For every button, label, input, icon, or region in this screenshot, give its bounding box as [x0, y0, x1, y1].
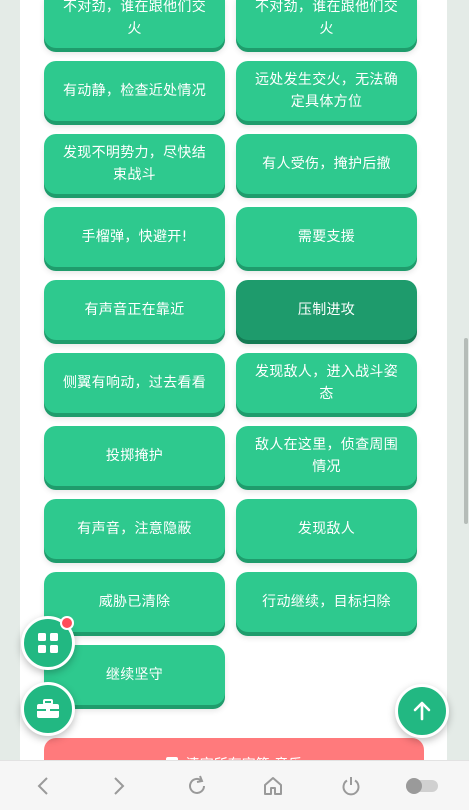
toolbox-icon	[37, 699, 59, 718]
phrase-grid: 不对劲，谁在跟他们交火 不对劲，谁在跟他们交火 有动静，检查近处情况 远处发生交…	[44, 0, 417, 718]
notification-badge	[60, 616, 74, 630]
phrase-button[interactable]: 发现敌人	[236, 499, 417, 559]
phrase-button[interactable]: 发现不明势力，尽快结束战斗	[44, 134, 225, 194]
phrase-button[interactable]: 投掷掩护	[44, 426, 225, 486]
phrase-button[interactable]: 有声音正在靠近	[44, 280, 225, 340]
phrase-button[interactable]: 有动静，检查近处情况	[44, 61, 225, 121]
back-button[interactable]	[30, 773, 56, 799]
power-button[interactable]	[338, 773, 364, 799]
phrase-button[interactable]: 有人受伤，掩护后撤	[236, 134, 417, 194]
phrase-button[interactable]: 发现敌人，进入战斗姿态	[236, 353, 417, 413]
phrase-button[interactable]: 不对劲，谁在跟他们交火	[44, 0, 225, 48]
phrase-button[interactable]: 手榴弹，快避开!	[44, 207, 225, 267]
refresh-button[interactable]	[184, 773, 210, 799]
phrase-button[interactable]: 远处发生交火，无法确定具体方位	[236, 61, 417, 121]
phrase-button[interactable]: 行动继续，目标扫除	[236, 572, 417, 632]
toolbox-button[interactable]	[21, 682, 75, 736]
forward-icon	[114, 777, 125, 795]
grid-menu-button[interactable]	[21, 616, 75, 670]
arrow-up-icon	[413, 701, 431, 721]
phrase-button[interactable]: 侧翼有响动，过去看看	[44, 353, 225, 413]
browser-navbar	[0, 760, 469, 810]
home-button[interactable]	[260, 773, 286, 799]
forward-button[interactable]	[106, 773, 132, 799]
toggle-icon	[406, 778, 438, 794]
scrollbar[interactable]	[464, 338, 468, 524]
phrase-button[interactable]: 不对劲，谁在跟他们交火	[236, 0, 417, 48]
scroll-top-button[interactable]	[395, 684, 449, 738]
grid-icon	[38, 633, 58, 653]
toggle-switch[interactable]	[404, 773, 440, 799]
phrase-button[interactable]: 需要支援	[236, 207, 417, 267]
phrase-button-active[interactable]: 压制进攻	[236, 280, 417, 340]
back-icon	[37, 777, 48, 795]
phrase-button[interactable]: 敌人在这里，侦查周围情况	[236, 426, 417, 486]
power-icon	[342, 777, 360, 796]
phrase-button[interactable]: 有声音，注意隐蔽	[44, 499, 225, 559]
refresh-icon	[189, 775, 205, 794]
home-icon	[264, 777, 282, 795]
